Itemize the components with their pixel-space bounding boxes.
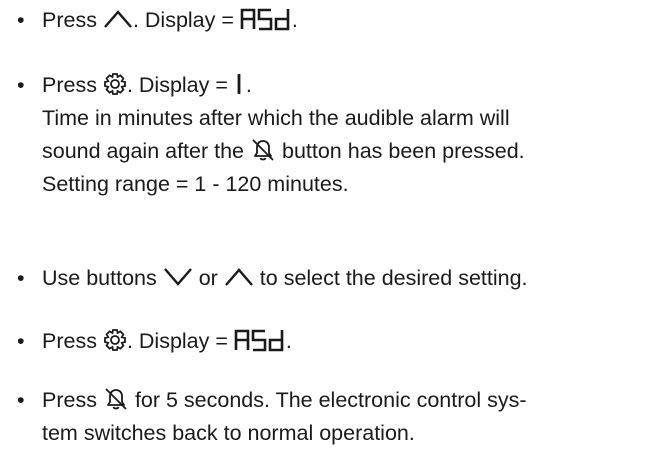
gear-icon xyxy=(104,73,126,96)
step-2-mid: . Display = xyxy=(126,73,228,97)
step-5-line-1: Press for 5 seconds. The electronic cont… xyxy=(42,384,643,417)
segment-display-asd xyxy=(234,330,284,352)
step-1: • Press . Display = . xyxy=(17,4,643,37)
step-5-line-2: tem switches back to normal operation. xyxy=(42,421,415,445)
segment-display-asd xyxy=(240,9,290,31)
step-2-line: Press . Display = . xyxy=(42,69,643,102)
step-3-post: to select the desired setting. xyxy=(259,266,528,290)
instruction-page: • Press . Display = . • Press . Display … xyxy=(0,0,651,445)
step-2-desc-2-pre: sound again after the xyxy=(42,139,245,163)
step-2-desc-1: Time in minutes after which the audible … xyxy=(42,106,510,130)
chevron-up-icon xyxy=(104,10,132,29)
step-4-post: . xyxy=(285,329,292,353)
chevron-up-icon xyxy=(224,268,253,287)
step-3-line: Use buttons or to select the desired set… xyxy=(42,262,643,295)
bell-mute-icon xyxy=(105,388,127,410)
step-1-line: Press . Display = . xyxy=(42,4,643,37)
step-4-pre: Press xyxy=(42,329,97,353)
step-3-pre: Use buttons xyxy=(42,266,157,290)
step-5-pre: Press xyxy=(42,388,97,412)
bullet: • xyxy=(17,73,25,97)
step-5: • Press for 5 seconds. The electronic co… xyxy=(17,384,643,450)
step-2-pre: Press xyxy=(42,73,97,97)
gear-icon xyxy=(104,329,126,352)
bell-mute-icon xyxy=(252,139,274,161)
step-4: • Press . Display = . xyxy=(17,325,643,358)
bullet: • xyxy=(17,329,25,353)
step-2-post: . xyxy=(245,73,252,97)
segment-display-1 xyxy=(237,74,241,95)
step-3-or: or xyxy=(198,266,218,290)
step-5-line-1-post: for 5 seconds. The electronic control sy… xyxy=(134,388,527,412)
bullet: • xyxy=(17,388,25,412)
step-1-post: . xyxy=(291,8,298,32)
step-2-desc-3: Setting range = 1 - 120 minutes. xyxy=(42,172,349,196)
step-1-pre: Press xyxy=(42,8,97,32)
step-3: • Use buttons or to select the desired s… xyxy=(17,262,643,295)
step-2-desc-2: sound again after the button has been pr… xyxy=(42,135,643,168)
chevron-down-icon xyxy=(163,268,192,287)
step-4-mid: . Display = xyxy=(126,329,228,353)
bullet: • xyxy=(17,266,25,290)
step-1-mid: . Display = xyxy=(132,8,234,32)
step-2: • Press . Display = . Time in minutes af… xyxy=(17,69,643,201)
step-2-desc-2-post: button has been pressed. xyxy=(281,139,525,163)
step-4-line: Press . Display = . xyxy=(42,325,643,358)
bullet: • xyxy=(17,8,25,32)
